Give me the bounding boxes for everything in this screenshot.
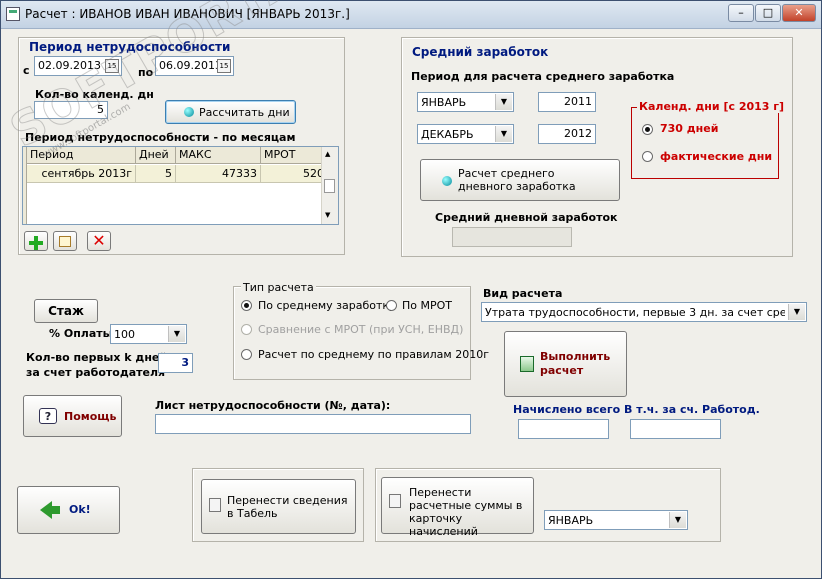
transfer-card-button[interactable]: Перенести расчетные суммы в карточку нач… — [381, 477, 534, 538]
scroll-up-icon[interactable]: ▲ — [325, 150, 330, 158]
help-icon: ? — [39, 408, 57, 424]
calc-type-title: Тип расчета — [241, 281, 316, 294]
radio-730-label: 730 дней — [660, 122, 719, 135]
avg-earnings-title: Средний заработок — [412, 45, 549, 59]
ok-button[interactable]: Ok! — [17, 486, 120, 534]
radio-actual-days[interactable] — [642, 151, 653, 162]
add-row-button[interactable] — [24, 231, 48, 251]
employer-part-value — [630, 419, 721, 439]
edit-icon — [59, 236, 71, 247]
avg-period-label: Период для расчета среднего заработка — [411, 70, 675, 83]
chevron-down-icon: ▼ — [168, 326, 185, 342]
copy-icon — [389, 494, 401, 508]
pay-percent-label: % Оплаты — [49, 327, 113, 340]
table-header: Дней — [136, 147, 176, 164]
sheet-label: Лист нетрудоспособности (№, дата): — [155, 399, 391, 412]
calendar-icon[interactable]: 15 — [217, 59, 231, 73]
table-cell[interactable]: сентябрь 2013г — [27, 165, 136, 183]
calendar-days-group — [631, 107, 779, 179]
chevron-down-icon: ▼ — [495, 126, 512, 142]
radio-rules-2010-label: Расчет по среднему по правилам 2010г — [258, 348, 489, 361]
minimize-button[interactable]: – — [728, 4, 754, 22]
first-days-label-2: за счет работодателя — [26, 366, 166, 379]
green-dot-icon — [184, 107, 194, 117]
from-label: с — [23, 64, 30, 77]
radio-compare-mrot[interactable] — [241, 324, 252, 335]
radio-730[interactable] — [642, 124, 653, 135]
radio-actual-days-label: фактические дни — [660, 150, 773, 163]
scroll-down-icon[interactable]: ▼ — [325, 211, 330, 219]
radio-rules-2010[interactable] — [241, 349, 252, 360]
copy-icon — [209, 498, 221, 512]
radio-by-mrot-label: По МРОТ — [402, 299, 452, 312]
green-dot-icon — [442, 176, 452, 186]
radio-by-avg[interactable] — [241, 300, 252, 311]
radio-by-avg-label: По среднему заработку — [258, 299, 396, 312]
close-button[interactable]: ✕ — [782, 4, 816, 22]
delete-icon: ✕ — [92, 231, 106, 250]
radio-compare-mrot-label: Сравнение с МРОТ (при УСН, ЕНВД) — [258, 323, 464, 336]
chevron-down-icon: ▼ — [669, 512, 686, 528]
to-year-input[interactable]: 2012 — [538, 124, 596, 144]
table-cell[interactable]: 5 — [136, 165, 176, 183]
transfer-tabel-button[interactable]: Перенести сведения в Табель — [201, 479, 356, 534]
chevron-down-icon: ▼ — [788, 304, 805, 320]
maximize-button[interactable]: □ — [755, 4, 781, 22]
table-cell[interactable]: 47333 — [176, 165, 261, 183]
from-year-input[interactable]: 2011 — [538, 92, 596, 112]
avg-daily-value — [452, 227, 572, 247]
radio-by-mrot[interactable] — [386, 300, 397, 311]
accrued-total-value — [518, 419, 609, 439]
first-days-label: Кол-во первых k дней — [26, 351, 168, 364]
month-select[interactable]: ЯНВАРЬ ▼ — [544, 510, 688, 530]
execute-calc-button[interactable]: Выполнить расчет — [504, 331, 627, 397]
stazh-button[interactable]: Стаж — [34, 299, 98, 323]
table-header: МАКС — [176, 147, 261, 164]
to-month-select[interactable]: ДЕКАБРЬ ▼ — [417, 124, 514, 144]
calc-kind-select[interactable]: Утрата трудоспособности, первые 3 дн. за… — [481, 302, 807, 322]
excel-icon — [520, 356, 534, 372]
pay-percent-select[interactable]: 100 ▼ — [110, 324, 187, 344]
first-days-input[interactable]: 3 — [158, 353, 193, 373]
table-scrollbar[interactable]: ▲ ▼ — [321, 147, 338, 224]
help-button[interactable]: ? Помощь — [23, 395, 122, 437]
calc-days-button[interactable]: Рассчитать дни — [165, 100, 296, 124]
from-month-select[interactable]: ЯНВАРЬ ▼ — [417, 92, 514, 112]
calendar-days-title: Календ. дни [с 2013 г] — [637, 100, 787, 113]
calc-avg-daily-button[interactable]: Расчет среднего дневного заработка — [420, 159, 620, 201]
chevron-down-icon: ▼ — [495, 94, 512, 110]
edit-row-button[interactable] — [53, 231, 77, 251]
scroll-thumb[interactable] — [324, 179, 335, 193]
employer-part-label: В т.ч. за сч. Работод. — [624, 403, 760, 416]
calc-kind-label: Вид расчета — [483, 287, 563, 300]
sheet-input[interactable] — [155, 414, 471, 434]
app-icon — [6, 7, 20, 21]
delete-row-button[interactable]: ✕ — [87, 231, 111, 251]
title-bar: Расчет : ИВАНОВ ИВАН ИВАНОВИЧ [ЯНВАРЬ 20… — [1, 1, 821, 29]
monthly-table: Период Дней МАКС МРОТ сентябрь 2013г 5 4… — [22, 146, 339, 225]
calculation-window: Расчет : ИВАНОВ ИВАН ИВАНОВИЧ [ЯНВАРЬ 20… — [0, 0, 822, 579]
accrued-total-label: Начислено всего — [513, 403, 621, 416]
avg-daily-label: Средний дневной заработок — [435, 211, 618, 224]
